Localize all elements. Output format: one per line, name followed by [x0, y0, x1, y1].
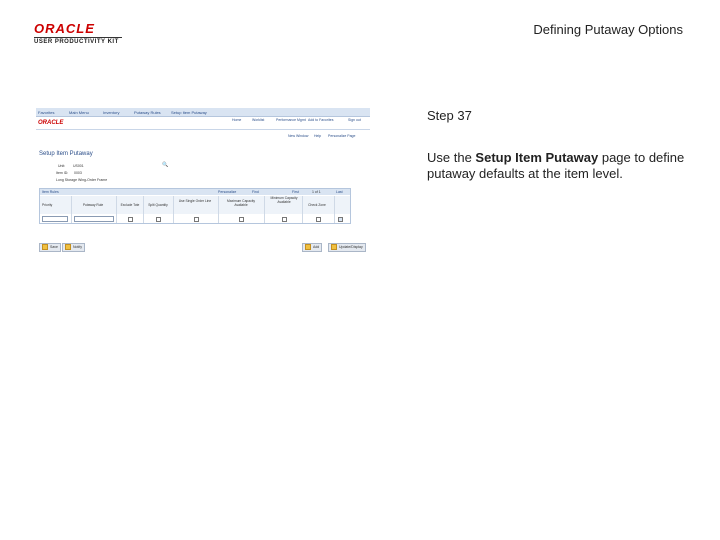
- search-icon[interactable]: 🔍: [162, 162, 168, 168]
- desc-bold: Setup Item Putaway: [475, 150, 599, 165]
- col-max-capacity[interactable]: Maximum Capacity Available: [220, 199, 262, 207]
- grid-title: Item Rules: [42, 190, 59, 194]
- update-button-label: Update/Display: [339, 245, 363, 249]
- exclude-tote-checkbox[interactable]: [128, 217, 133, 222]
- breadcrumb-item[interactable]: Putaway Rules: [134, 110, 161, 115]
- col-divider: [143, 196, 144, 223]
- field-unit-value: US001: [73, 164, 84, 168]
- app-screenshot: Favorites Main Menu Inventory Putaway Ru…: [36, 108, 370, 256]
- nav-sign-out[interactable]: Sign out: [348, 118, 361, 122]
- item-rules-grid: Item Rules Personalize Find First 1 of 1…: [39, 188, 351, 224]
- col-divider: [264, 196, 265, 223]
- min-capacity-checkbox[interactable]: [282, 217, 287, 222]
- col-min-capacity[interactable]: Minimum Capacity Available: [265, 196, 303, 204]
- breadcrumb-bar: Favorites Main Menu Inventory Putaway Ru…: [36, 108, 370, 117]
- desc-before: Use the: [427, 150, 476, 165]
- link-help[interactable]: Help: [314, 134, 321, 138]
- col-divider: [334, 196, 335, 223]
- oracle-upk-logo: ORACLE USER PRODUCTIVITY KIT: [34, 22, 126, 45]
- check-zone-checkbox[interactable]: [316, 217, 321, 222]
- app-brand: ORACLE: [38, 120, 64, 126]
- single-order-line-checkbox[interactable]: [194, 217, 199, 222]
- col-split-quantity[interactable]: Split Quantity: [144, 203, 172, 207]
- grid-column-headers: Priority Putaway Rule Exclude Tote Split…: [40, 196, 350, 214]
- grid-count: 1 of 1: [312, 190, 321, 194]
- field-item-label: Item ID:: [56, 171, 69, 175]
- putaway-rule-select[interactable]: [74, 216, 114, 222]
- add-row-button[interactable]: [338, 217, 343, 222]
- page-title: Setup Item Putaway: [39, 151, 93, 157]
- col-priority[interactable]: Priority: [42, 203, 70, 207]
- save-button-label: Save: [50, 245, 58, 249]
- nav-home[interactable]: Home: [232, 118, 241, 122]
- logo-brand: ORACLE: [34, 21, 95, 36]
- grid-header: Item Rules Personalize Find First 1 of 1…: [40, 189, 350, 195]
- add-button-label: Add: [313, 245, 320, 249]
- col-putaway-rule[interactable]: Putaway Rule: [73, 203, 113, 207]
- col-single-order-line[interactable]: Use Single Order Line: [175, 199, 215, 203]
- slide-title: Defining Putaway Options: [533, 22, 683, 37]
- col-divider: [116, 196, 117, 223]
- split-quantity-checkbox[interactable]: [156, 217, 161, 222]
- breadcrumb-item[interactable]: Setup Item Putaway: [171, 110, 207, 115]
- field-unit-label: Unit:: [58, 164, 66, 168]
- grid-find[interactable]: Find: [252, 190, 259, 194]
- col-divider: [302, 196, 303, 223]
- max-capacity-checkbox[interactable]: [239, 217, 244, 222]
- grid-last[interactable]: Last: [336, 190, 343, 194]
- logo-subtitle: USER PRODUCTIVITY KIT: [34, 39, 119, 45]
- col-check-zone[interactable]: Check Zone: [302, 203, 332, 207]
- col-exclude-tote[interactable]: Exclude Tote: [118, 203, 142, 207]
- field-item-value: 0003: [74, 171, 82, 175]
- add-icon: [305, 244, 311, 251]
- col-divider: [173, 196, 174, 223]
- breadcrumb-item[interactable]: Favorites: [38, 110, 54, 115]
- save-button[interactable]: Save: [39, 243, 61, 252]
- step-description: Use the Setup Item Putaway page to defin…: [427, 150, 697, 182]
- link-personalize[interactable]: Personalize Page: [328, 134, 355, 138]
- nav-worklist[interactable]: Worklist: [252, 118, 264, 122]
- breadcrumb-item[interactable]: Inventory: [103, 110, 119, 115]
- grid-first[interactable]: First: [292, 190, 299, 194]
- notify-button-label: Notify: [73, 245, 82, 249]
- notify-button[interactable]: Notify: [62, 243, 85, 252]
- breadcrumb-item[interactable]: Main Menu: [69, 110, 89, 115]
- priority-input[interactable]: [42, 216, 68, 222]
- col-divider: [218, 196, 219, 223]
- update-display-button[interactable]: Update/Display: [328, 243, 366, 252]
- update-icon: [331, 244, 337, 251]
- save-icon: [42, 244, 48, 251]
- col-divider: [71, 196, 72, 223]
- link-new-window[interactable]: New Window: [288, 134, 308, 138]
- nav-favorites[interactable]: Add to Favorites: [308, 118, 333, 122]
- notify-icon: [65, 244, 71, 251]
- add-button[interactable]: Add: [302, 243, 323, 252]
- field-item-description: Long Storage Wing-Order Frame: [56, 178, 108, 182]
- step-label: Step 37: [427, 108, 472, 123]
- grid-personalize[interactable]: Personalize: [218, 190, 236, 194]
- nav-performance[interactable]: Performance Mgmt: [276, 118, 306, 122]
- logo-divider: [34, 37, 122, 38]
- app-header: Home Worklist Performance Mgmt Add to Fa…: [36, 117, 370, 130]
